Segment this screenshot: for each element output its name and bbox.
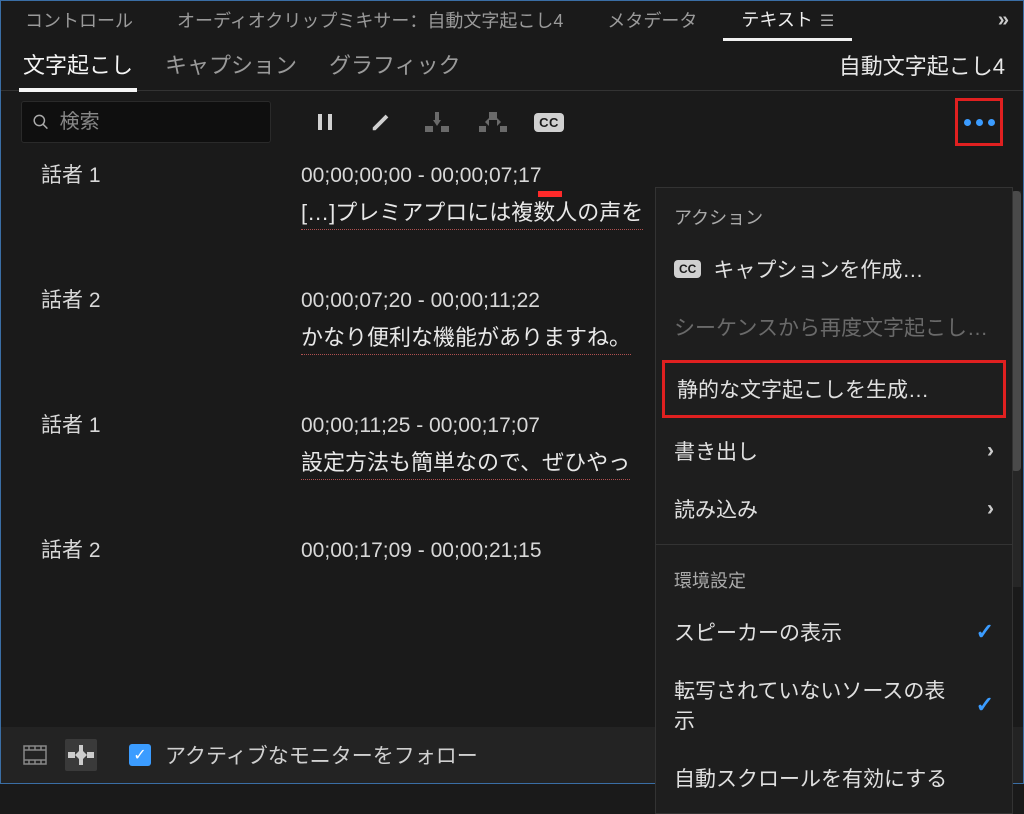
menu-export[interactable]: 書き出し › bbox=[656, 422, 1012, 480]
cc-icon: CC bbox=[674, 260, 701, 278]
more-options-menu: アクション CC キャプションを作成… シーケンスから再度文字起こし… 静的な文… bbox=[655, 187, 1013, 814]
menu-autoscroll[interactable]: 自動スクロールを有効にする bbox=[656, 749, 1012, 807]
chevron-right-icon: › bbox=[987, 439, 994, 463]
segment-text[interactable]: かなり便利な機能がありますね。 bbox=[301, 320, 631, 355]
panel-tabs: コントロール オーディオクリップミキサー：自動文字起こし4 メタデータ テキスト… bbox=[1, 1, 1023, 39]
more-options-button[interactable] bbox=[955, 98, 1003, 146]
menu-item-label: 転写されていないソースの表示 bbox=[674, 675, 964, 735]
search-icon bbox=[32, 112, 50, 132]
cc-icon[interactable]: CC bbox=[535, 108, 563, 136]
segment-timecode: 00;00;00;00 - 00;00;07;17 bbox=[301, 164, 542, 188]
subtab-graphics[interactable]: グラフィック bbox=[325, 38, 465, 92]
playhead-marker bbox=[538, 191, 562, 197]
overflow-chevrons-icon[interactable]: » bbox=[998, 9, 1017, 32]
menu-create-captions[interactable]: CC キャプションを作成… bbox=[656, 240, 1012, 298]
edit-pencil-icon[interactable] bbox=[367, 108, 395, 136]
split-icon[interactable] bbox=[479, 108, 507, 136]
tab-control[interactable]: コントロール bbox=[7, 1, 151, 39]
menu-item-label: 静的な文字起こしを生成… bbox=[677, 374, 929, 404]
tab-text[interactable]: テキスト ☰ bbox=[723, 0, 852, 41]
search-input[interactable] bbox=[60, 111, 260, 134]
tool-icons: CC bbox=[311, 108, 563, 136]
filmstrip-icon[interactable] bbox=[19, 739, 51, 771]
menu-retranscribe: シーケンスから再度文字起こし… bbox=[656, 298, 1012, 356]
segment-speaker: 話者 1 bbox=[41, 409, 301, 439]
check-icon: ✓ bbox=[976, 692, 994, 718]
menu-import[interactable]: 読み込み › bbox=[656, 480, 1012, 538]
segment-timecode: 00;00;17;09 - 00;00;21;15 bbox=[301, 539, 542, 563]
segment-text[interactable]: 設定方法も簡単なので、ぜひやっ bbox=[301, 445, 630, 480]
tab-text-label: テキスト bbox=[741, 10, 812, 30]
menu-generate-static[interactable]: 静的な文字起こしを生成… bbox=[662, 360, 1006, 418]
sequence-name: 自動文字起こし4 bbox=[839, 49, 1005, 81]
segment-speaker: 話者 2 bbox=[41, 534, 301, 564]
menu-separator bbox=[656, 544, 1012, 545]
segment-speaker: 話者 2 bbox=[41, 284, 301, 314]
follow-monitor-checkbox[interactable]: ✓ bbox=[129, 744, 151, 766]
subtab-captions[interactable]: キャプション bbox=[161, 38, 301, 92]
ellipsis-icon bbox=[964, 119, 995, 126]
panel-menu-icon[interactable]: ☰ bbox=[820, 13, 834, 30]
segment-timecode: 00;00;07;20 - 00;00;11;22 bbox=[301, 289, 540, 313]
segment-text[interactable]: […]プレミアプロには複数人の声を bbox=[301, 195, 643, 230]
menu-item-label: キャプションを作成… bbox=[713, 254, 923, 284]
menu-show-speakers[interactable]: スピーカーの表示 ✓ bbox=[656, 603, 1012, 661]
menu-section-prefs: 環境設定 bbox=[656, 551, 1012, 603]
segment-timecode: 00;00;11;25 - 00;00;17;07 bbox=[301, 414, 540, 438]
menu-item-label: 自動スクロールを有効にする bbox=[674, 763, 947, 793]
menu-section-actions: アクション bbox=[656, 188, 1012, 240]
search-box[interactable] bbox=[21, 101, 271, 143]
tab-audio-mixer[interactable]: オーディオクリップミキサー：自動文字起こし4 bbox=[159, 1, 581, 39]
check-icon: ✓ bbox=[976, 619, 994, 645]
sub-tabs: 文字起こし キャプション グラフィック bbox=[19, 38, 465, 92]
menu-item-label: スピーカーの表示 bbox=[674, 617, 842, 647]
menu-item-label: 読み込み bbox=[674, 494, 758, 524]
menu-item-label: 書き出し bbox=[674, 436, 758, 466]
chevron-right-icon: › bbox=[987, 497, 994, 521]
menu-item-label: シーケンスから再度文字起こし… bbox=[674, 312, 988, 342]
tab-metadata[interactable]: メタデータ bbox=[589, 1, 715, 39]
sub-tabs-row: 文字起こし キャプション グラフィック 自動文字起こし4 bbox=[1, 39, 1023, 91]
subtab-transcript[interactable]: 文字起こし bbox=[19, 38, 137, 92]
merge-up-icon[interactable] bbox=[423, 108, 451, 136]
pause-icon[interactable] bbox=[311, 108, 339, 136]
menu-show-untranscribed[interactable]: 転写されていないソースの表示 ✓ bbox=[656, 661, 1012, 749]
segment-speaker: 話者 1 bbox=[41, 159, 301, 189]
follow-monitor-label: アクティブなモニターをフォロー bbox=[165, 740, 478, 770]
sync-view-icon[interactable] bbox=[65, 739, 97, 771]
toolbar: CC bbox=[1, 91, 1023, 153]
